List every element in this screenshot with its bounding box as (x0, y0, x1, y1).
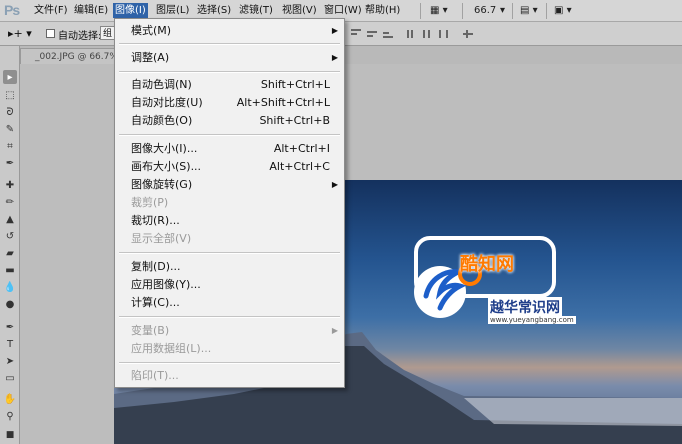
toolbox: ▸ ⬚ ᘐ ✎ ⌗ ✒ ✚ ✏ ▲ ↺ ▰ ▬ 💧 ● ✒ T ➤ ▭ ✋ ⚲ … (0, 46, 20, 444)
menu-item-duplicate[interactable]: 复制(D)... (115, 258, 344, 275)
quick-select-tool-icon[interactable]: ✎ (3, 122, 17, 136)
photoshop-logo: Ps (4, 2, 20, 18)
align-bottom-icon[interactable] (382, 28, 394, 39)
zoom-tool-icon[interactable]: ⚲ (3, 409, 17, 423)
distribute-left-icon[interactable] (406, 28, 418, 39)
submenu-arrow-icon: ▶ (331, 53, 338, 62)
menu-item-image-rotation[interactable]: 图像旋转(G) ▶ (115, 176, 344, 193)
watermark-text: 酷知网 (460, 254, 514, 274)
move-tool-icon[interactable]: ▸ (3, 70, 17, 84)
menu-item-apply-data-set: 应用数据组(L)... (131, 342, 212, 355)
menu-separator (119, 134, 340, 136)
distribute-right-icon[interactable] (438, 28, 450, 39)
pen-tool-icon[interactable]: ✒ (3, 320, 17, 334)
menu-separator (119, 362, 340, 364)
menu-item-auto-color[interactable]: 自动颜色(O) Shift+Ctrl+B (115, 112, 344, 129)
zoom-level[interactable]: 66.7 (474, 3, 496, 18)
healing-brush-icon[interactable]: ✚ (3, 178, 17, 192)
menu-item-calculations[interactable]: 计算(C)... (115, 294, 344, 311)
submenu-arrow-icon: ▶ (331, 326, 338, 335)
menu-item-variables: 变量(B) ▶ (131, 324, 338, 337)
menu-item-canvas-size[interactable]: 画布大小(S)... Alt+Ctrl+C (115, 158, 344, 175)
auto-align-layers-icon[interactable] (462, 28, 474, 39)
image-menu-dropdown: 模式(M) ▶ 调整(A) ▶ 自动色调(N) Shift+Ctrl+L 自动对… (114, 18, 345, 388)
menu-window[interactable]: 窗口(W) (322, 3, 364, 18)
eyedropper-tool-icon[interactable]: ✒ (3, 156, 17, 170)
menu-item-auto-contrast[interactable]: 自动对比度(U) Alt+Shift+Ctrl+L (115, 94, 344, 111)
shortcut-text: Alt+Ctrl+C (269, 160, 330, 173)
arrange-documents-icon[interactable]: ▦ ▾ (430, 3, 448, 18)
menu-item-image-size[interactable]: 图像大小(I)... Alt+Ctrl+I (115, 140, 344, 157)
menubar-divider (512, 3, 513, 19)
menu-item-apply-image[interactable]: 应用图像(Y)... (115, 276, 344, 293)
crop-tool-icon[interactable]: ⌗ (3, 139, 17, 153)
shortcut-text: Shift+Ctrl+L (260, 78, 330, 91)
menu-item-crop: 裁剪(P) (131, 196, 169, 209)
menubar-divider (462, 3, 463, 19)
path-select-icon[interactable]: ➤ (3, 354, 17, 368)
menu-separator (119, 252, 340, 254)
shortcut-text: Alt+Ctrl+I (273, 142, 330, 155)
brush-tool-icon[interactable]: ✏ (3, 195, 17, 209)
submenu-arrow-icon: ▶ (331, 180, 338, 189)
menu-select[interactable]: 选择(S) (195, 3, 233, 18)
menu-help[interactable]: 帮助(H) (363, 3, 402, 18)
lasso-tool-icon[interactable]: ᘐ (3, 105, 17, 119)
menubar-divider (546, 3, 547, 19)
type-tool-icon[interactable]: T (3, 337, 17, 351)
distribute-hcenter-icon[interactable] (422, 28, 434, 39)
menu-layer[interactable]: 图层(L) (154, 3, 191, 18)
hand-tool-icon[interactable]: ✋ (3, 392, 17, 406)
marquee-tool-icon[interactable]: ⬚ (3, 88, 17, 102)
menu-image[interactable]: 图像(I) (113, 3, 148, 18)
menu-separator (119, 71, 340, 73)
document-tab-title: _002.JPG @ 66.7% (35, 52, 118, 62)
menu-item-auto-tone[interactable]: 自动色调(N) Shift+Ctrl+L (115, 76, 344, 93)
menu-item-mode[interactable]: 模式(M) ▶ (115, 22, 344, 39)
watermark-url: www.yueyangbang.com (488, 316, 576, 324)
move-tool-preset-icon[interactable]: ▸+ ▾ (8, 27, 32, 40)
menu-file[interactable]: 文件(F) (32, 3, 70, 18)
menu-separator (119, 43, 340, 45)
watermark-title: 越华常识网 (488, 297, 562, 317)
auto-select-checkbox[interactable] (46, 29, 55, 38)
menu-view[interactable]: 视图(V) (280, 3, 319, 18)
eraser-tool-icon[interactable]: ▰ (3, 246, 17, 260)
menu-separator (119, 316, 340, 318)
menu-item-reveal-all: 显示全部(V) (131, 232, 192, 245)
clone-stamp-icon[interactable]: ▲ (3, 212, 17, 226)
zoom-dropdown-icon[interactable]: ▾ (500, 3, 505, 18)
gradient-tool-icon[interactable]: ▬ (3, 263, 17, 277)
shortcut-text: Shift+Ctrl+B (259, 114, 330, 127)
blur-tool-icon[interactable]: 💧 (3, 280, 17, 294)
shape-tool-icon[interactable]: ▭ (3, 371, 17, 385)
auto-select-label: 自动选择: (58, 31, 102, 42)
submenu-arrow-icon: ▶ (331, 26, 338, 35)
menu-filter[interactable]: 滤镜(T) (237, 3, 275, 18)
color-swatches-icon[interactable]: ■ (3, 428, 17, 442)
view-extras-icon[interactable]: ▤ ▾ (520, 3, 538, 18)
screen-mode-icon[interactable]: ▣ ▾ (554, 3, 572, 18)
history-brush-icon[interactable]: ↺ (3, 229, 17, 243)
align-top-icon[interactable] (350, 28, 362, 39)
menu-item-trap: 陷印(T)... (131, 369, 179, 382)
align-vcenter-icon[interactable] (366, 28, 378, 39)
shortcut-text: Alt+Shift+Ctrl+L (236, 96, 330, 109)
menu-item-adjustments[interactable]: 调整(A) ▶ (115, 49, 344, 66)
menu-edit[interactable]: 编辑(E) (72, 3, 110, 18)
menubar-divider (420, 3, 421, 19)
dodge-tool-icon[interactable]: ● (3, 297, 17, 311)
menu-item-trim[interactable]: 裁切(R)... (115, 212, 344, 229)
